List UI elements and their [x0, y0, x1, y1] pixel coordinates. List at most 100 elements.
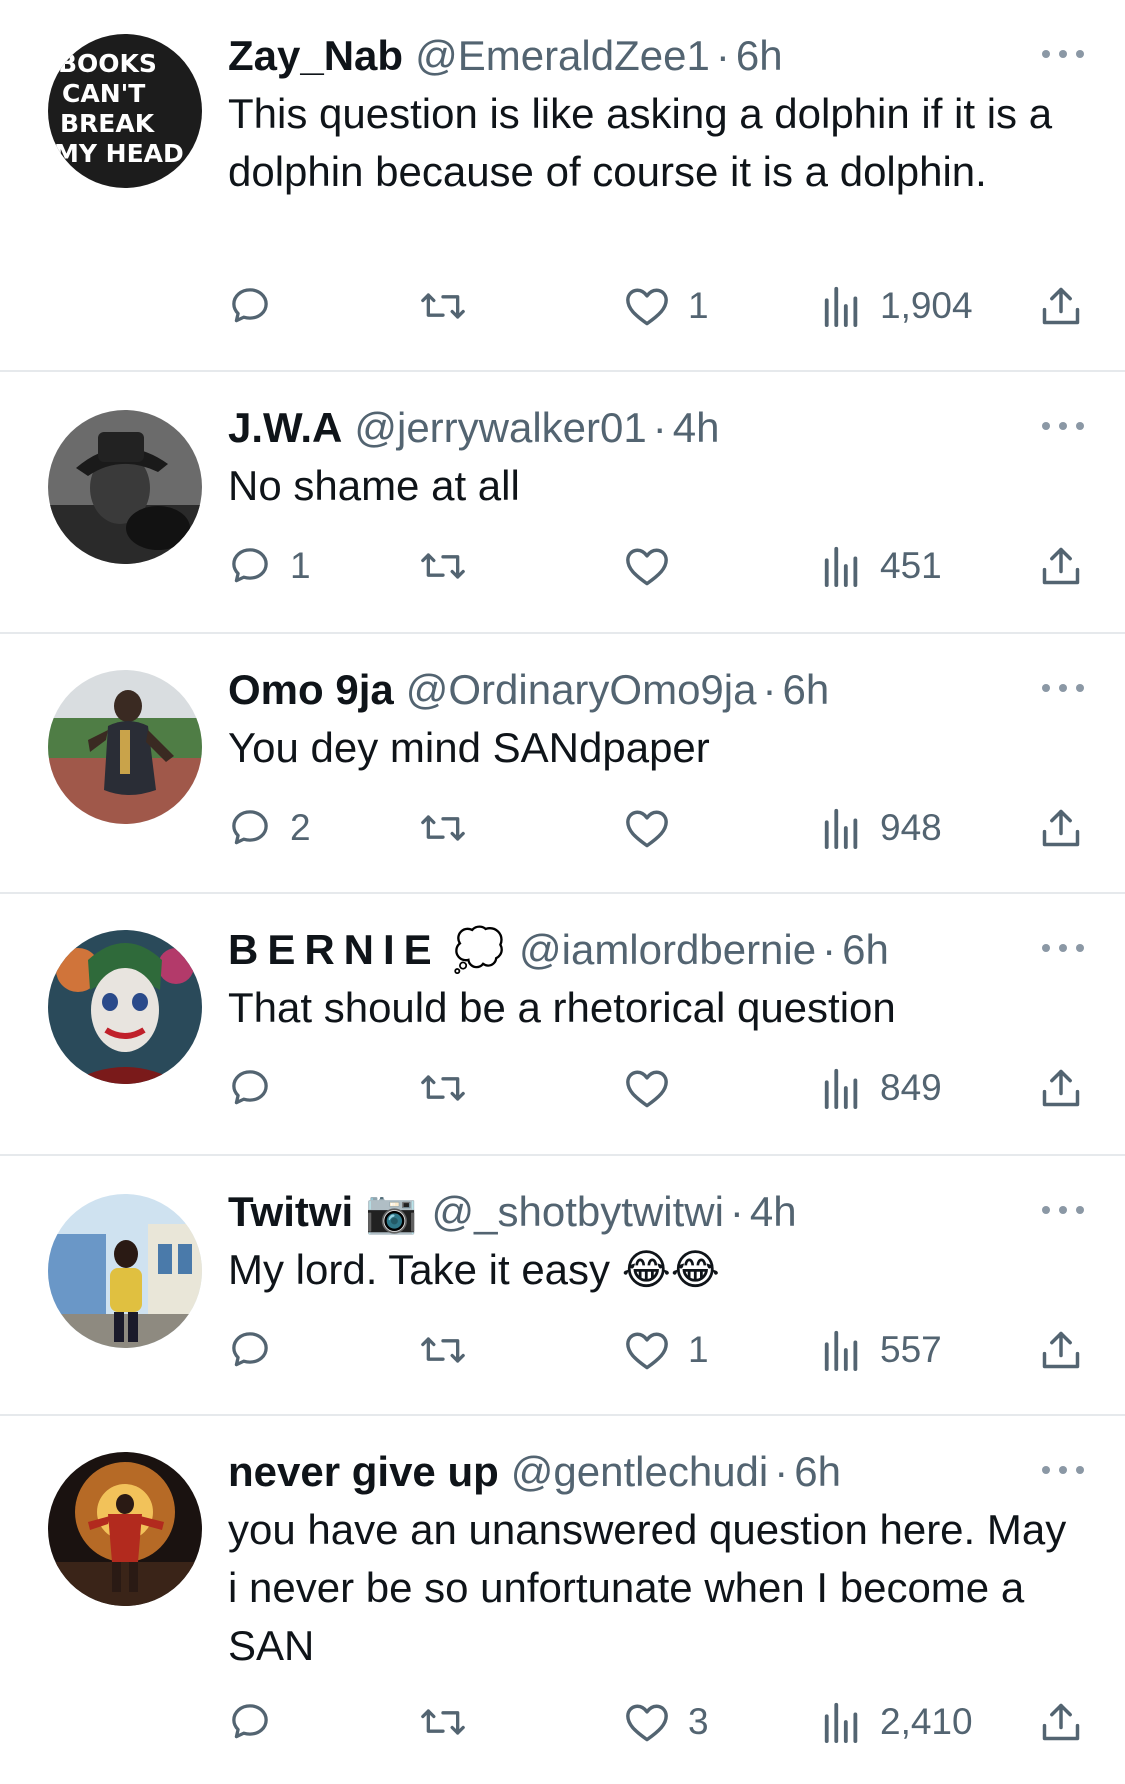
heart-icon [626, 810, 668, 848]
like-count: 1 [688, 285, 709, 326]
like-button[interactable]: 1 [624, 278, 709, 334]
separator-dot: · [652, 404, 667, 451]
tweet-header: Twitwi 📷 @_shotbytwitwi · 4h [228, 1184, 1085, 1240]
more-options-button[interactable] [1033, 1442, 1093, 1498]
more-options-button[interactable] [1033, 660, 1093, 716]
tweet-actions: 3 2,410 [224, 1694, 1094, 1750]
tweet-6[interactable]: never give up @gentlechudi · 6h you have… [0, 1416, 1125, 1784]
timestamp[interactable]: 6h [782, 662, 829, 718]
views-button[interactable]: 557 [822, 1322, 942, 1378]
reply-button[interactable] [228, 1060, 290, 1116]
bar-chart-views-icon [824, 286, 858, 327]
tweet-1[interactable]: BOOKS CAN'T BREAK MY HEAD Zay_Nab @Emera… [0, 0, 1125, 372]
tweet-text: That should be a rhetorical question [228, 984, 896, 1031]
avatar[interactable] [48, 930, 202, 1084]
heart-icon [626, 288, 668, 326]
reply-bubble-icon [232, 810, 268, 845]
heart-icon [626, 1070, 668, 1108]
user-handle[interactable]: @EmeraldZee1 [415, 28, 710, 84]
timestamp[interactable]: 4h [750, 1184, 797, 1240]
tweet-actions: 2 948 [224, 800, 1094, 856]
avatar[interactable] [48, 670, 202, 824]
bar-chart-views-icon [824, 1068, 858, 1109]
bar-chart-views-icon [824, 546, 858, 587]
user-handle[interactable]: @iamlordbernie [519, 922, 816, 978]
view-count: 849 [880, 1067, 942, 1108]
heart-icon [626, 1704, 668, 1742]
share-button[interactable] [1039, 1694, 1083, 1750]
more-options-button[interactable] [1033, 26, 1093, 82]
display-name[interactable]: never give up [228, 1444, 499, 1500]
reply-button[interactable] [228, 278, 290, 334]
more-options-button[interactable] [1033, 398, 1093, 454]
bar-chart-views-icon [824, 808, 858, 849]
display-name[interactable]: Zay_Nab [228, 28, 403, 84]
retweet-button[interactable] [419, 1694, 467, 1750]
tweet-2[interactable]: J.W.A @jerrywalker01 · 4h No shame at al… [0, 372, 1125, 632]
more-horizontal-icon [1042, 422, 1084, 430]
retweet-button[interactable] [419, 278, 467, 334]
avatar-text-line-3: BREAK [60, 109, 156, 138]
views-button[interactable]: 948 [822, 800, 942, 856]
share-upload-icon [1042, 809, 1080, 847]
user-handle[interactable]: @jerrywalker01 [354, 400, 646, 456]
reply-bubble-icon [232, 1704, 268, 1739]
retweet-button[interactable] [419, 538, 467, 594]
user-handle[interactable]: @OrdinaryOmo9ja [406, 662, 757, 718]
avatar-joker-image [48, 930, 202, 1084]
views-button[interactable]: 1,904 [822, 278, 973, 334]
display-name[interactable]: Twitwi [228, 1184, 353, 1240]
more-horizontal-icon [1042, 944, 1084, 952]
avatar[interactable] [48, 410, 202, 564]
share-button[interactable] [1039, 1060, 1083, 1116]
like-count: 1 [688, 1329, 709, 1370]
retweet-button[interactable] [419, 1322, 467, 1378]
display-name[interactable]: BERNIE [228, 922, 441, 978]
display-name[interactable]: J.W.A [228, 400, 342, 456]
avatar[interactable]: BOOKS CAN'T BREAK MY HEAD [48, 34, 202, 188]
like-button[interactable]: 1 [624, 1322, 709, 1378]
timestamp[interactable]: 6h [794, 1444, 841, 1500]
tweet-3[interactable]: Omo 9ja @OrdinaryOmo9ja · 6h You dey min… [0, 634, 1125, 892]
like-button[interactable] [624, 1060, 688, 1116]
user-handle[interactable]: @gentlechudi [511, 1444, 768, 1500]
avatar-text-line-2: CAN'T [62, 79, 145, 108]
views-button[interactable]: 451 [822, 538, 942, 594]
timestamp[interactable]: 6h [842, 922, 889, 978]
separator-dot: · [729, 1188, 744, 1235]
share-button[interactable] [1039, 800, 1083, 856]
share-upload-icon [1042, 547, 1080, 585]
like-button[interactable] [624, 800, 688, 856]
reply-button[interactable]: 2 [228, 800, 311, 856]
bar-chart-views-icon [824, 1702, 858, 1743]
retweet-icon [421, 293, 465, 319]
more-options-button[interactable] [1033, 920, 1093, 976]
timestamp[interactable]: 6h [736, 28, 783, 84]
more-options-button[interactable] [1033, 1182, 1093, 1238]
retweet-button[interactable] [419, 1060, 467, 1116]
tweet-text: You dey mind SANdpaper [228, 724, 710, 771]
reply-button[interactable]: 1 [228, 538, 311, 594]
avatar[interactable] [48, 1452, 202, 1606]
views-button[interactable]: 2,410 [822, 1694, 973, 1750]
heart-icon [626, 548, 668, 586]
share-button[interactable] [1039, 278, 1083, 334]
tweet-4[interactable]: BERNIE 💭 @iamlordbernie · 6h That should… [0, 894, 1125, 1154]
display-name[interactable]: Omo 9ja [228, 662, 394, 718]
reply-bubble-icon [232, 1070, 268, 1105]
view-count: 451 [880, 545, 942, 586]
like-button[interactable] [624, 538, 688, 594]
tweet-header: BERNIE 💭 @iamlordbernie · 6h [228, 922, 1085, 978]
reply-button[interactable] [228, 1322, 290, 1378]
share-button[interactable] [1039, 538, 1083, 594]
like-button[interactable]: 3 [624, 1694, 709, 1750]
retweet-button[interactable] [419, 800, 467, 856]
reply-button[interactable] [228, 1694, 290, 1750]
reply-count: 2 [290, 807, 311, 848]
share-button[interactable] [1039, 1322, 1083, 1378]
user-handle[interactable]: @_shotbytwitwi [432, 1184, 724, 1240]
timestamp[interactable]: 4h [673, 400, 720, 456]
tweet-5[interactable]: Twitwi 📷 @_shotbytwitwi · 4h My lord. Ta… [0, 1156, 1125, 1414]
views-button[interactable]: 849 [822, 1060, 942, 1116]
avatar[interactable] [48, 1194, 202, 1348]
